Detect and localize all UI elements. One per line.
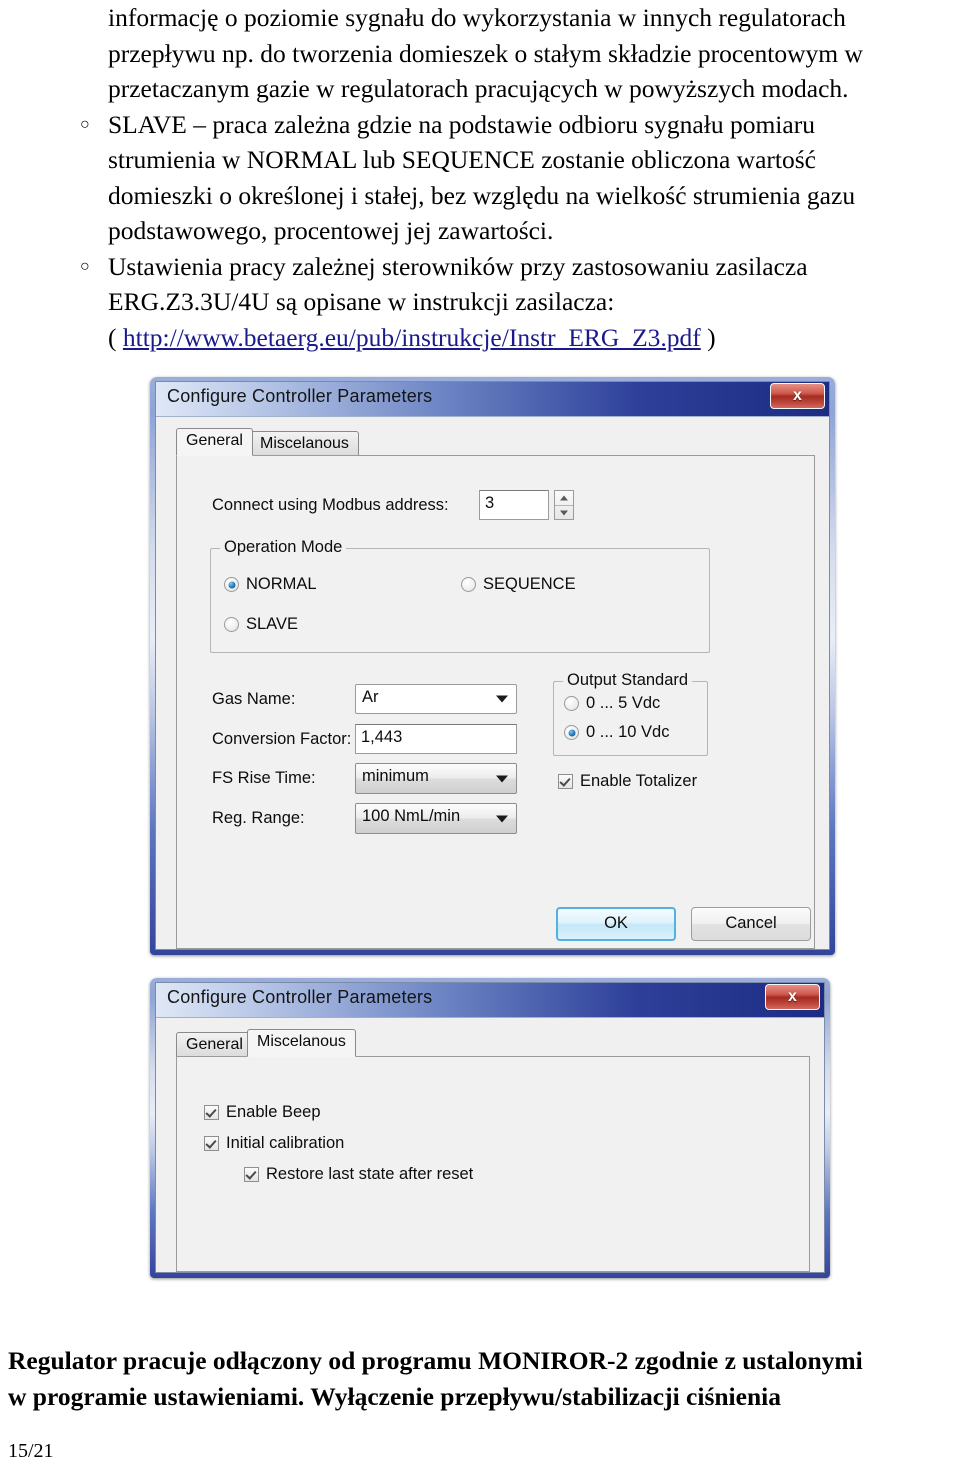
dialog-title: Configure Controller Parameters [167, 386, 433, 406]
radio-normal-label: NORMAL [246, 575, 317, 593]
close-icon[interactable]: x [770, 383, 825, 409]
checkmark-icon [558, 774, 573, 789]
checkbox-enable-beep[interactable]: Enable Beep [204, 1103, 321, 1122]
radio-normal[interactable]: NORMAL [224, 575, 317, 594]
radio-sequence-label: SEQUENCE [483, 575, 576, 593]
radio-dot-icon [461, 577, 476, 592]
bullet-line: SLAVE – praca zależna gdzie na podstawie… [108, 109, 815, 139]
fs-rise-time-label: FS Rise Time: [212, 769, 316, 787]
radio-0-10-vdc[interactable]: 0 ... 10 Vdc [564, 723, 669, 742]
footer-paragraph: Regulator pracuje odłączony od programu … [8, 1343, 958, 1415]
checkbox-enable-totalizer[interactable]: Enable Totalizer [558, 772, 697, 791]
fs-rise-time-value: minimum [362, 767, 429, 785]
enable-beep-label: Enable Beep [226, 1103, 321, 1121]
output-standard-group: Output Standard 0 ... 5 Vdc 0 ... 10 Vdc [553, 671, 708, 756]
conversion-factor-label: Conversion Factor: [212, 730, 352, 748]
tab-miscelanous[interactable]: Miscelanous [250, 431, 359, 456]
checkmark-icon [244, 1167, 259, 1182]
bullet-marker-icon: ○ [80, 257, 90, 275]
enable-totalizer-label: Enable Totalizer [580, 772, 698, 790]
chevron-down-icon [496, 815, 508, 822]
chevron-down-icon [496, 775, 508, 782]
radio-dot-icon [224, 577, 239, 592]
bullet-item-settings: ○ Ustawienia pracy zależnej sterowników … [68, 249, 948, 356]
radio-dot-icon [224, 617, 239, 632]
radio-sequence[interactable]: SEQUENCE [461, 575, 576, 594]
tabpage-general: Connect using Modbus address: 3 Operatio… [176, 455, 815, 949]
bullet-line: domieszki o określonej i stałej, bez wzg… [108, 180, 856, 210]
bullet-item-slave: ○ SLAVE – praca zależna gdzie na podstaw… [68, 107, 948, 249]
link-suffix: ) [700, 322, 716, 352]
reg-range-label: Reg. Range: [212, 809, 305, 827]
radio-0-5-vdc[interactable]: 0 ... 5 Vdc [564, 694, 660, 713]
checkbox-restore-last-state[interactable]: Restore last state after reset [244, 1165, 473, 1184]
dialog-configure-controller-general: Configure Controller Parameters x Genera… [150, 377, 835, 955]
modbus-address-label: Connect using Modbus address: [212, 496, 449, 514]
paragraph-line: przepływu np. do tworzenia domieszek o s… [108, 38, 863, 68]
manual-pdf-link[interactable]: http://www.betaerg.eu/pub/instrukcje/Ins… [123, 323, 701, 352]
arrow-up-icon [560, 495, 568, 501]
radio-slave-label: SLAVE [246, 615, 298, 633]
radio-0-5-vdc-label: 0 ... 5 Vdc [586, 694, 661, 712]
link-prefix: ( [108, 322, 123, 352]
radio-dot-icon [564, 696, 579, 711]
gas-name-value: Ar [362, 688, 379, 706]
tabstrip: General Miscelanous [176, 1029, 814, 1057]
operation-mode-group: Operation Mode NORMAL SEQUENCE SLAVE [210, 538, 710, 653]
initial-calibration-label: Initial calibration [226, 1134, 345, 1152]
ok-button[interactable]: OK [556, 907, 676, 941]
checkbox-initial-calibration[interactable]: Initial calibration [204, 1134, 344, 1153]
dialog-configure-controller-miscelanous: Configure Controller Parameters x Genera… [150, 978, 830, 1278]
operation-mode-title: Operation Mode [220, 538, 347, 557]
gas-name-label: Gas Name: [212, 690, 296, 708]
reg-range-value: 100 NmL/min [362, 807, 461, 825]
footer-line: Regulator pracuje odłączony od programu … [8, 1346, 863, 1375]
dialog-titlebar[interactable]: Configure Controller Parameters x [156, 382, 829, 416]
bullet-line-with-link: ( http://www.betaerg.eu/pub/instrukcje/I… [108, 320, 948, 356]
tabstrip: General Miscelanous [176, 428, 819, 456]
cancel-button[interactable]: Cancel [691, 907, 811, 941]
dialog-title: Configure Controller Parameters [167, 987, 433, 1007]
stepper-down-button[interactable] [555, 505, 573, 520]
bullet-line: podstawowego, procentowej jej zawartości… [108, 216, 554, 245]
fs-rise-time-select[interactable]: minimum [355, 763, 517, 794]
tab-miscelanous[interactable]: Miscelanous [247, 1029, 356, 1057]
output-standard-title: Output Standard [563, 671, 693, 690]
bullet-line: Ustawienia pracy zależnej sterowników pr… [108, 251, 808, 281]
dialog-inner: Configure Controller Parameters x Genera… [155, 381, 830, 950]
paragraph-line: informację o poziomie sygnału do wykorzy… [108, 3, 846, 32]
conversion-factor-input[interactable]: 1,443 [355, 724, 517, 754]
stepper-up-button[interactable] [555, 491, 573, 505]
restore-last-state-label: Restore last state after reset [266, 1165, 474, 1183]
bullet-line: strumienia w NORMAL lub SEQUENCE zostani… [108, 145, 816, 174]
tabpage-miscelanous: Enable Beep Initial calibration Restore … [176, 1056, 810, 1272]
gas-name-select[interactable]: Ar [355, 684, 517, 714]
document-body: informację o poziomie sygnału do wykorzy… [68, 0, 948, 355]
radio-0-10-vdc-label: 0 ... 10 Vdc [586, 723, 670, 741]
close-icon[interactable]: x [765, 984, 820, 1010]
bullet-marker-icon: ○ [80, 115, 90, 133]
arrow-down-icon [560, 510, 568, 516]
radio-slave[interactable]: SLAVE [224, 615, 298, 634]
footer-line: w programie ustawieniami. Wyłączenie prz… [8, 1382, 781, 1411]
checkmark-icon [204, 1136, 219, 1151]
modbus-address-stepper[interactable] [554, 490, 574, 520]
checkmark-icon [204, 1105, 219, 1120]
dialog-titlebar[interactable]: Configure Controller Parameters x [156, 983, 824, 1017]
paragraph-continuation: informację o poziomie sygnału do wykorzy… [68, 0, 948, 107]
dialog-client-area: General Miscelanous Enable Beep Initial … [156, 1017, 824, 1272]
reg-range-select[interactable]: 100 NmL/min [355, 803, 517, 834]
modbus-address-input[interactable]: 3 [479, 490, 549, 520]
dialog-inner: Configure Controller Parameters x Genera… [155, 982, 825, 1273]
paragraph-line: przetaczanym gazie w regulatorach pracuj… [108, 74, 849, 103]
radio-dot-icon [564, 725, 579, 740]
tab-general[interactable]: General [176, 428, 253, 456]
dialog-client-area: General Miscelanous Connect using Modbus… [156, 416, 829, 949]
chevron-down-icon [496, 695, 508, 703]
bullet-line: ERG.Z3.3U/4U są opisane w instrukcji zas… [108, 287, 615, 316]
tab-general[interactable]: General [176, 1032, 253, 1057]
page-number: 15/21 [8, 1440, 54, 1462]
